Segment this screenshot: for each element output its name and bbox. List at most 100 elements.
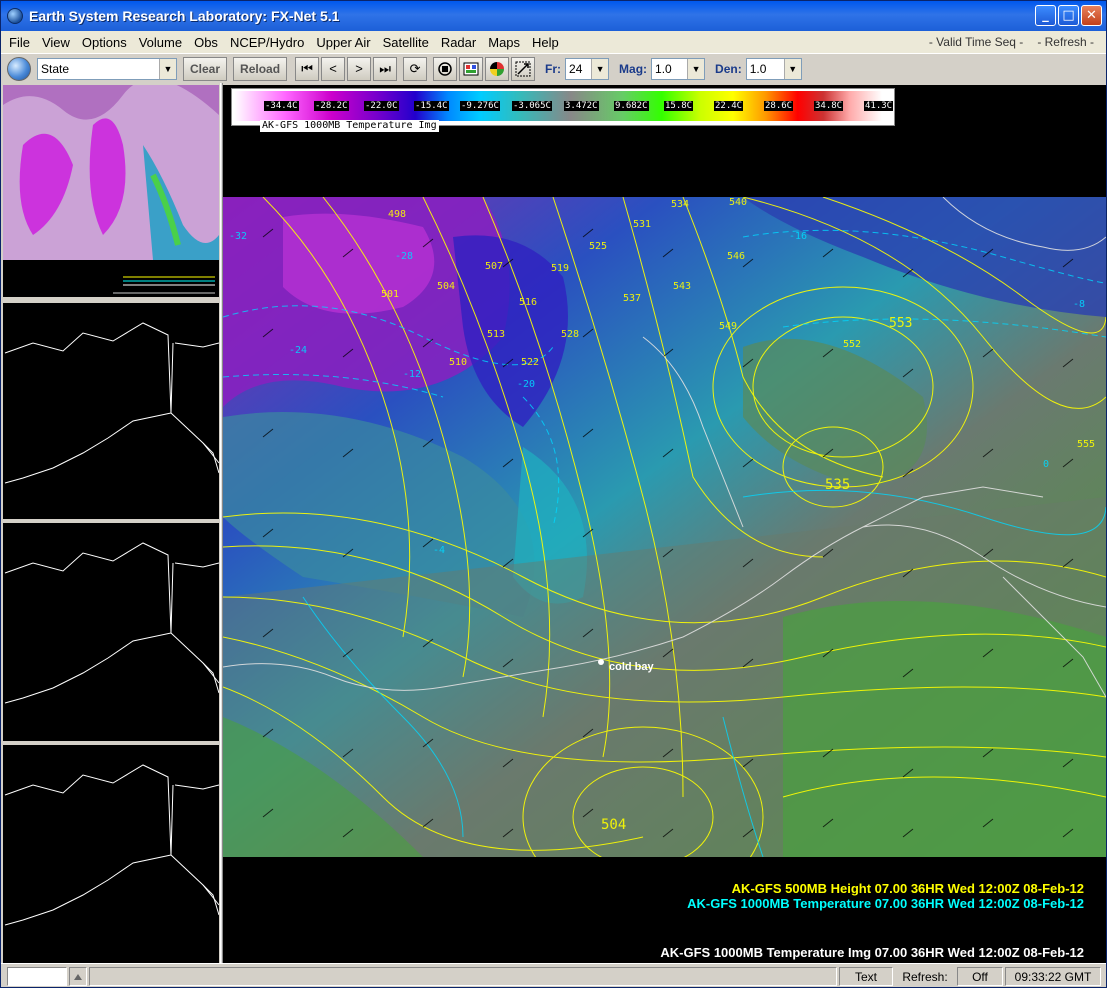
clear-button[interactable]: Clear <box>183 56 228 81</box>
menu-maps[interactable]: Maps <box>482 35 526 50</box>
chevron-down-icon: ▼ <box>591 58 609 79</box>
contour-label: 525 <box>589 241 607 252</box>
menu-help[interactable]: Help <box>526 35 565 50</box>
minimize-button[interactable]: _ <box>1035 5 1056 26</box>
window-title: Earth System Research Laboratory: FX-Net… <box>29 8 340 24</box>
globe-app-icon <box>7 8 23 24</box>
contour-label: 528 <box>561 329 579 340</box>
next-frame-icon[interactable]: > <box>347 56 372 81</box>
temp-contour-label: -16 <box>789 231 807 242</box>
temp-contour-label: -8 <box>1073 299 1085 310</box>
weather-map[interactable]: 498 501 504 507 510 513 516 519 522 525 … <box>223 196 1106 908</box>
scope-select[interactable]: State ▼ <box>37 57 177 80</box>
city-label-cold-bay: cold bay <box>609 661 654 673</box>
prev-frame-icon[interactable]: < <box>321 56 346 81</box>
status-message <box>89 967 837 986</box>
globe-icon[interactable] <box>7 56 31 81</box>
colorbar-label: -15.4C <box>414 101 449 111</box>
legend-height: AK-GFS 500MB Height 07.00 36HR Wed 12:00… <box>731 881 1084 896</box>
color-wheel-icon[interactable] <box>485 56 510 81</box>
contour-label: 516 <box>519 297 537 308</box>
rotate-icon[interactable] <box>433 56 458 81</box>
den-select[interactable]: 1.0 ▼ <box>745 57 802 80</box>
status-input[interactable] <box>7 967 67 986</box>
loop-icon[interactable]: ⟳ <box>403 56 428 81</box>
contour-label: 498 <box>388 209 406 220</box>
maximize-button[interactable]: □ <box>1058 5 1079 26</box>
frame-value: 24 <box>569 61 583 76</box>
contour-label: 534 <box>671 199 689 210</box>
thumbnail-3[interactable] <box>3 523 219 741</box>
den-label: Den: <box>715 61 742 76</box>
temp-contour-label: -20 <box>517 379 535 390</box>
menu-upper-air[interactable]: Upper Air <box>310 35 376 50</box>
menu-ncep-hydro[interactable]: NCEP/Hydro <box>224 35 310 50</box>
colorbar-label: 22.4C <box>714 101 744 111</box>
mag-select[interactable]: 1.0 ▼ <box>651 57 706 80</box>
contour-label: 531 <box>633 219 651 230</box>
colorbar-label: 34.8C <box>814 101 844 111</box>
colorbar-title: AK-GFS 1000MB Temperature Img <box>260 120 439 132</box>
gmt-clock: 09:33:22 GMT <box>1005 967 1101 986</box>
text-button[interactable]: Text <box>839 967 893 986</box>
contour-label: 553 <box>889 316 912 331</box>
thumbnail-2[interactable] <box>3 303 219 519</box>
zoom-tool-icon[interactable] <box>511 56 536 81</box>
scope-value: State <box>41 61 70 76</box>
contour-label: 537 <box>623 293 641 304</box>
contour-label: 543 <box>673 281 691 292</box>
menu-volume[interactable]: Volume <box>133 35 188 50</box>
thumbnail-1[interactable] <box>3 85 219 297</box>
main-map-view[interactable]: -34.4C -28.2C -22.0C -15.4C -9.276C -3.0… <box>223 85 1106 963</box>
colorbar-label: -3.065C <box>512 101 552 111</box>
mag-value: 1.0 <box>655 61 672 76</box>
reload-button[interactable]: Reload <box>233 56 288 81</box>
refresh-value[interactable]: Off <box>957 967 1003 986</box>
temp-contour-label: -32 <box>229 231 247 242</box>
image-settings-icon[interactable] <box>459 56 484 81</box>
colorbar-label: -9.276C <box>460 101 500 111</box>
contour-label: 510 <box>449 357 467 368</box>
colorbar-label: 9.682C <box>614 101 649 111</box>
menu-radar[interactable]: Radar <box>435 35 482 50</box>
contour-label: 522 <box>521 357 539 368</box>
menu-satellite[interactable]: Satellite <box>377 35 435 50</box>
menu-bar: File View Options Volume Obs NCEP/Hydro … <box>1 31 1106 53</box>
colorbar-label: 41.3C <box>864 101 894 111</box>
chevron-down-icon: ▼ <box>159 58 176 79</box>
contour-label: 513 <box>487 329 505 340</box>
refresh-menu[interactable]: - Refresh - <box>1037 35 1094 49</box>
city-marker <box>598 659 604 665</box>
close-button[interactable]: ✕ <box>1081 5 1102 26</box>
thumbnail-panel <box>3 85 219 963</box>
colorbar-label: -28.2C <box>314 101 349 111</box>
frame-select[interactable]: 24 ▼ <box>565 57 610 80</box>
menu-obs[interactable]: Obs <box>188 35 224 50</box>
colorbar-label: -22.0C <box>364 101 399 111</box>
first-frame-icon[interactable]: ⏮ <box>295 56 320 81</box>
contour-label: 504 <box>601 817 626 833</box>
temp-contour-label: -12 <box>403 369 421 380</box>
temp-contour-label: -28 <box>395 251 413 262</box>
chevron-down-icon: ▼ <box>783 58 801 79</box>
title-bar[interactable]: Earth System Research Laboratory: FX-Net… <box>1 1 1106 31</box>
legend-temperature-img: AK-GFS 1000MB Temperature Img 07.00 36HR… <box>660 945 1084 960</box>
menu-view[interactable]: View <box>36 35 76 50</box>
thumbnail-4[interactable] <box>3 745 219 963</box>
status-icon[interactable] <box>69 967 87 986</box>
temperature-colorbar: -34.4C -28.2C -22.0C -15.4C -9.276C -3.0… <box>231 88 895 132</box>
menu-options[interactable]: Options <box>76 35 133 50</box>
toolbar: State ▼ Clear Reload ⏮ < > ⏭ ⟳ Fr: 24 ▼ … <box>1 53 1106 83</box>
contour-label: 540 <box>729 197 747 208</box>
menu-file[interactable]: File <box>1 35 36 50</box>
contour-label: 552 <box>843 339 861 350</box>
last-frame-icon[interactable]: ⏭ <box>373 56 398 81</box>
contour-label: 555 <box>1077 439 1095 450</box>
map-canvas: 498 501 504 507 510 513 516 519 522 525 … <box>223 196 1106 908</box>
frame-label: Fr: <box>545 61 562 76</box>
colorbar-label: 15.8C <box>664 101 694 111</box>
valid-time-seq-menu[interactable]: - Valid Time Seq - <box>929 35 1023 49</box>
colorbar-label: 3.472C <box>564 101 599 111</box>
app-window: Earth System Research Laboratory: FX-Net… <box>0 0 1107 988</box>
contour-label: 507 <box>485 261 503 272</box>
